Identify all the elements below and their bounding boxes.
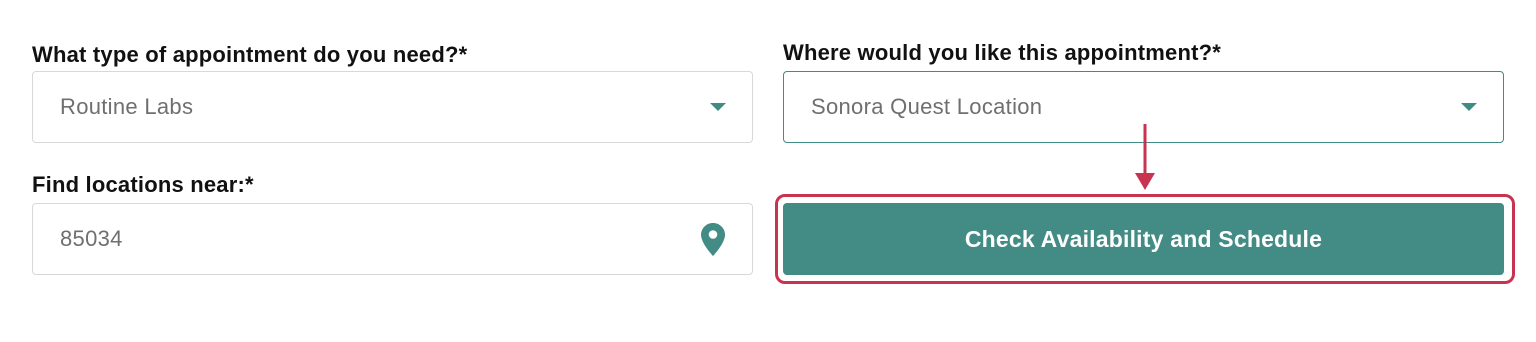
appointment-location-label: Where would you like this appointment?* [783,40,1222,65]
appointment-location-value: Sonora Quest Location [811,94,1043,119]
appointment-type-value: Routine Labs [60,94,194,119]
annotation-arrow [1135,124,1155,190]
find-locations-label: Find locations near:* [32,172,254,197]
zip-code-input[interactable]: 85034 [32,203,753,275]
appointment-type-label: What type of appointment do you need?* [32,42,468,67]
chevron-down-icon [1461,103,1477,111]
appointment-form: What type of appointment do you need?* R… [0,0,1536,342]
appointment-type-select[interactable]: Routine Labs [32,71,753,143]
check-availability-button[interactable]: Check Availability and Schedule [783,203,1504,275]
zip-code-value: 85034 [60,226,123,251]
chevron-down-icon [710,103,726,111]
map-pin-icon[interactable] [700,222,726,256]
